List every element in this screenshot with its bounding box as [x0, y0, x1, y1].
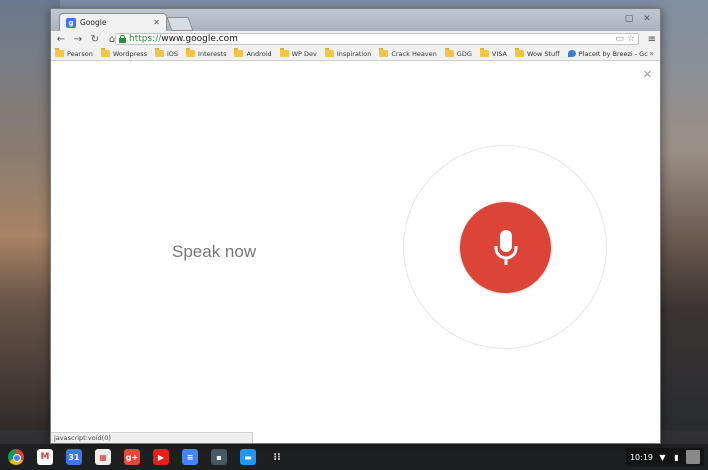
gmail-icon[interactable]: M: [37, 449, 53, 465]
folder-icon: [186, 48, 196, 57]
lock-icon: [119, 35, 126, 43]
chrome-icon[interactable]: [8, 449, 24, 465]
address-bar[interactable]: https:// www.google.com ▭ ☆: [115, 33, 639, 45]
calendar-icon[interactable]: 31: [66, 449, 82, 465]
reload-icon[interactable]: ↻: [88, 32, 102, 46]
google-plus-icon[interactable]: g+: [124, 449, 140, 465]
url-host: www.google.com: [161, 34, 238, 44]
bookmark-ios[interactable]: iOS: [154, 48, 178, 58]
status-bubble: javascript:void(0): [51, 432, 253, 443]
battery-icon: ▮: [674, 452, 679, 462]
bookmark-wordpress[interactable]: Wordpress: [100, 48, 147, 58]
youtube-icon[interactable]: ▶: [153, 449, 169, 465]
back-arrow-icon[interactable]: ←: [54, 32, 68, 46]
folder-icon: [234, 48, 244, 57]
microphone-icon: [494, 229, 517, 265]
bookmark-inspiration[interactable]: Inspiration: [324, 48, 371, 58]
folder-icon: [479, 48, 489, 57]
bookmark-wp-dev[interactable]: WP Dev: [279, 48, 317, 58]
folder-icon: [154, 48, 164, 57]
chrome-menu-icon[interactable]: ≡: [648, 34, 656, 45]
bookmark-gdg[interactable]: GDG: [444, 48, 472, 58]
chromeos-shelf: M 31 ▦ g+ ▶ ≡ ▪ ▬ ⁝⁝ 10:19 ▼ ▮: [0, 444, 708, 470]
status-tray[interactable]: 10:19 ▼ ▮: [625, 448, 704, 466]
bookmarks-overflow-icon[interactable]: »: [649, 49, 654, 58]
bookmark-crack-heaven[interactable]: Crack Heaven: [379, 48, 437, 58]
files-icon[interactable]: ▬: [240, 449, 256, 465]
clock: 10:19: [629, 452, 653, 462]
forward-arrow-icon[interactable]: →: [71, 32, 85, 46]
folder-icon: [379, 48, 389, 57]
new-tab-button[interactable]: [166, 17, 194, 31]
navigation-toolbar: ← → ↻ ⌂ https:// www.google.com ▭ ☆ ≡: [51, 31, 660, 47]
bookmark-visa[interactable]: VISA: [479, 48, 507, 58]
launcher-icon[interactable]: ⁝⁝: [269, 449, 285, 465]
voice-search-overlay: ✕ Speak now javascript:void(0): [51, 62, 660, 443]
folder-icon: [444, 48, 454, 57]
folder-icon: [100, 48, 110, 57]
user-avatar: [686, 450, 700, 464]
tab-google[interactable]: g Google ✕: [59, 13, 167, 31]
bookmark-star-icon[interactable]: ☆: [627, 34, 635, 44]
title-bar: g Google ✕ ▢ ✕: [51, 9, 660, 31]
speak-now-prompt: Speak now: [172, 242, 257, 261]
folder-icon: [279, 48, 289, 57]
web-store-icon[interactable]: ▦: [95, 449, 111, 465]
wifi-icon: ▼: [659, 452, 666, 462]
microphone-button[interactable]: [460, 202, 551, 293]
close-overlay-icon[interactable]: ✕: [643, 68, 652, 81]
bookmark-interests[interactable]: Interests: [186, 48, 226, 58]
calculator-icon[interactable]: ▪: [211, 449, 227, 465]
docs-icon[interactable]: ≡: [182, 449, 198, 465]
google-favicon-icon: g: [66, 17, 76, 28]
maximize-icon[interactable]: ▢: [624, 14, 634, 24]
bookmark-pearson[interactable]: Pearson: [55, 48, 93, 58]
tab-close-icon[interactable]: ✕: [153, 18, 160, 27]
folder-icon: [55, 48, 64, 57]
bookmark-placeit[interactable]: PlaceIt by Breezi - Gc: [567, 50, 648, 58]
url-scheme: https://: [129, 34, 162, 44]
omnibox-actions: ▭ ☆: [615, 34, 635, 44]
folder-icon: [324, 48, 334, 57]
cast-icon[interactable]: ▭: [615, 34, 624, 44]
tab-title: Google: [80, 18, 107, 27]
placeit-bird-icon: [567, 50, 576, 57]
folder-icon: [514, 48, 524, 57]
close-window-icon[interactable]: ✕: [642, 14, 652, 24]
bookmark-android[interactable]: Android: [234, 48, 272, 58]
bookmarks-bar: Pearson Wordpress iOS Interests Android …: [51, 47, 660, 61]
browser-window: g Google ✕ ▢ ✕ ← → ↻ ⌂ https:// www.goog…: [50, 8, 661, 444]
bookmark-wow-stuff[interactable]: Wow Stuff: [514, 48, 560, 58]
